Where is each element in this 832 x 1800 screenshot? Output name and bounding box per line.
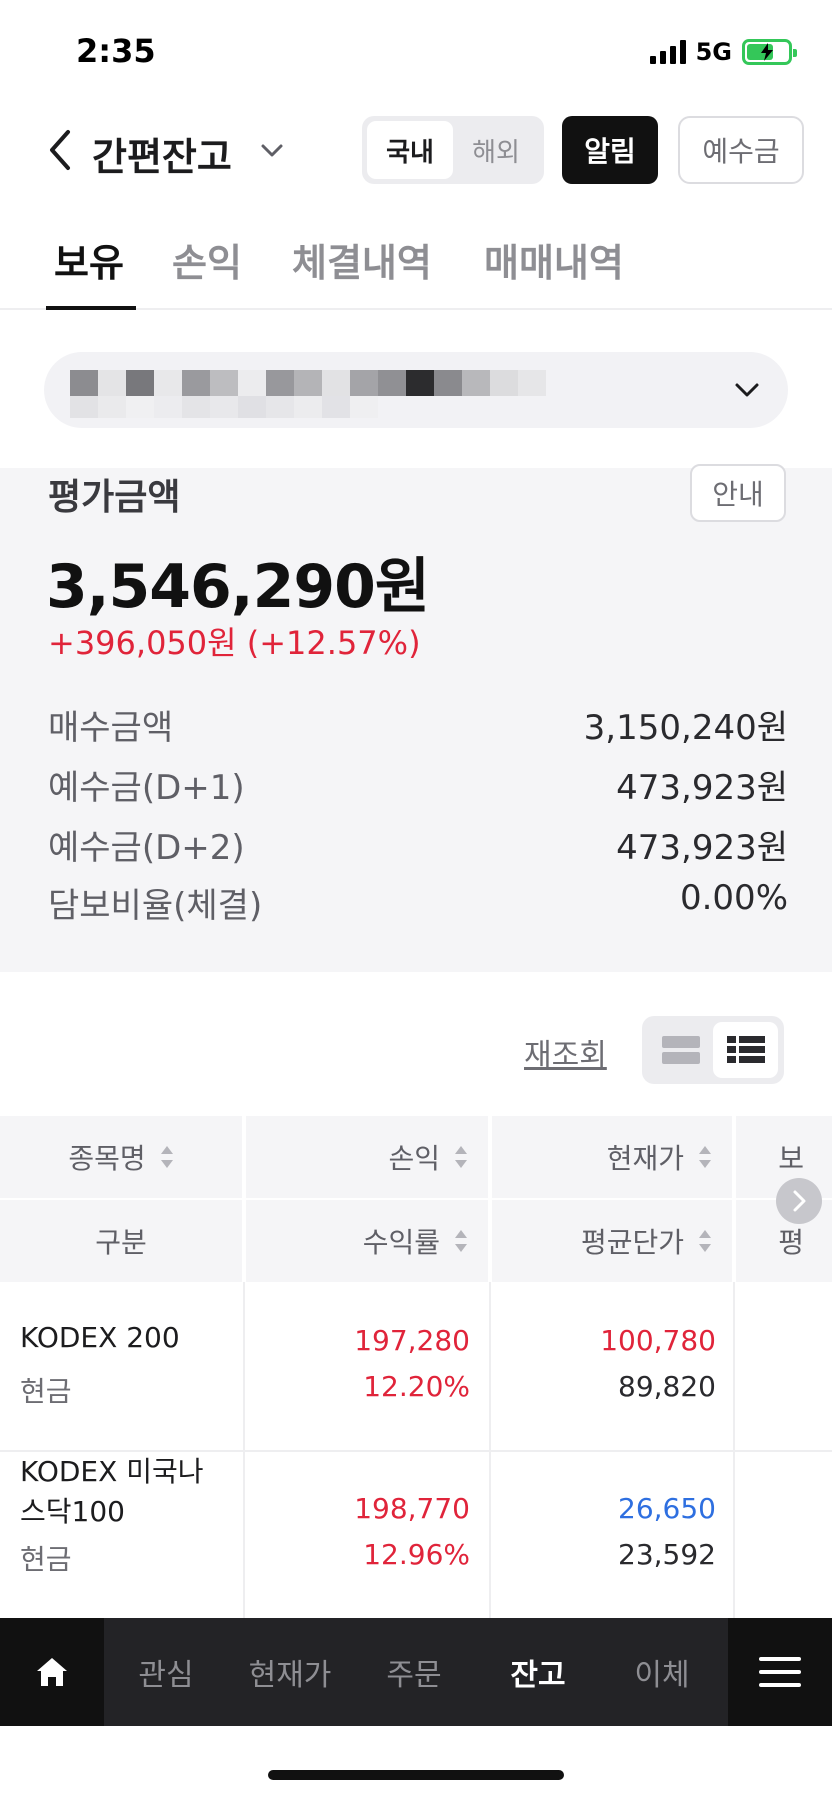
- nav-order[interactable]: 주문: [352, 1618, 476, 1726]
- nav-transfer[interactable]: 이체: [600, 1618, 724, 1726]
- header-label: 수익률: [362, 1226, 440, 1259]
- chevron-down-icon[interactable]: [258, 138, 286, 162]
- header-label: 평균단가: [580, 1226, 684, 1259]
- chevron-right-icon: [793, 1190, 806, 1212]
- alarm-button[interactable]: 알림: [562, 116, 658, 184]
- network-label: 5G: [695, 38, 732, 66]
- average-price: 89,820: [618, 1370, 716, 1403]
- menu-button[interactable]: [728, 1618, 832, 1726]
- summary-key: 매수금액: [48, 708, 174, 748]
- return-rate: 12.20%: [363, 1370, 470, 1403]
- home-button[interactable]: [0, 1618, 104, 1726]
- stock-type: 현금: [20, 1375, 72, 1408]
- page-title[interactable]: 간편잔고: [92, 126, 232, 181]
- header-price[interactable]: 현재가: [492, 1116, 732, 1198]
- header-label: 현재가: [606, 1142, 684, 1175]
- home-indicator[interactable]: [268, 1770, 564, 1780]
- header-type: 구분: [0, 1200, 242, 1282]
- sort-icon: [454, 1230, 468, 1252]
- account-selector[interactable]: [44, 352, 788, 428]
- holdings-table: 종목명 손익 현재가 보 구분 수익률 평균단가 평 KODEX 200 현금 …: [0, 1116, 832, 1618]
- back-button[interactable]: [44, 128, 78, 172]
- card-view-button[interactable]: [648, 1022, 713, 1078]
- return-rate: 12.96%: [363, 1538, 470, 1571]
- summary-value: 3,150,240원: [583, 708, 788, 748]
- summary-row-deposit-d1: 예수금(D+1) 473,923원: [48, 760, 788, 809]
- sort-icon: [698, 1230, 712, 1252]
- header-name[interactable]: 종목명: [0, 1116, 242, 1198]
- card-view-icon: [661, 1036, 700, 1064]
- active-tab-indicator: [46, 306, 136, 310]
- current-price: 100,780: [600, 1324, 716, 1357]
- nav-watchlist[interactable]: 관심: [104, 1618, 228, 1726]
- header-pl[interactable]: 손익: [246, 1116, 488, 1198]
- profit-loss-summary: +396,050원 (+12.57%): [48, 624, 421, 662]
- deposit-button[interactable]: 예수금: [678, 116, 804, 184]
- summary-row-collateral: 담보비율(체결) 0.00%: [48, 878, 788, 927]
- profit-loss: 198,770: [354, 1492, 470, 1525]
- tab-bar: 보유 손익 체결내역 매매내역: [0, 226, 832, 310]
- table-header: 종목명 손익 현재가 보 구분 수익률 평균단가 평: [0, 1116, 832, 1282]
- stock-name: KODEX 200: [20, 1321, 180, 1354]
- menu-icon: [759, 1657, 801, 1687]
- valuation-summary: 평가금액 안내 3,546,290원 +396,050원 (+12.57%) 매…: [0, 464, 832, 972]
- status-indicators: 5G: [649, 38, 797, 66]
- stock-type: 현금: [20, 1543, 72, 1576]
- chevron-left-icon: [50, 130, 70, 170]
- sort-icon: [454, 1146, 468, 1168]
- summary-row-deposit-d2: 예수금(D+2) 473,923원: [48, 820, 788, 869]
- profit-loss: 197,280: [354, 1324, 470, 1357]
- view-toggle: [642, 1016, 784, 1084]
- header-avg-price[interactable]: 평균단가: [492, 1200, 732, 1282]
- tab-trades[interactable]: 매매내역: [484, 232, 624, 287]
- bottom-nav: 관심 현재가 주문 잔고 이체: [0, 1618, 832, 1726]
- summary-key: 담보비율(체결): [48, 886, 263, 926]
- header-label: 구분: [95, 1226, 147, 1259]
- segment-domestic[interactable]: 국내: [367, 121, 453, 179]
- tab-executions[interactable]: 체결내역: [292, 232, 432, 287]
- summary-value: 473,923원: [616, 768, 788, 808]
- header-label: 손익: [388, 1142, 440, 1175]
- scroll-right-button[interactable]: [776, 1178, 822, 1224]
- battery-icon: [742, 39, 797, 65]
- summary-row-purchase: 매수금액 3,150,240원: [48, 700, 788, 749]
- summary-value: 0.00%: [679, 878, 788, 918]
- tab-profit-loss[interactable]: 손익: [172, 232, 242, 287]
- list-view-button[interactable]: [713, 1022, 778, 1078]
- summary-key: 예수금(D+1): [48, 768, 245, 808]
- guide-button[interactable]: 안내: [690, 464, 786, 522]
- header-label: 평: [778, 1226, 804, 1259]
- header-label: 종목명: [68, 1142, 146, 1175]
- sort-icon: [698, 1146, 712, 1168]
- home-icon: [37, 1658, 67, 1686]
- summary-value: 473,923원: [616, 828, 788, 868]
- chevron-down-icon: [735, 383, 759, 397]
- segment-overseas[interactable]: 해외: [453, 121, 539, 179]
- market-segment: 국내 해외: [362, 116, 544, 184]
- status-time: 2:35: [76, 32, 156, 70]
- redacted-account-name: [70, 396, 378, 418]
- list-view-icon: [726, 1036, 765, 1063]
- header-label: 보: [778, 1142, 804, 1175]
- refresh-link[interactable]: 재조회: [524, 1030, 607, 1074]
- status-bar: 2:35 5G: [0, 0, 832, 100]
- current-price: 26,650: [618, 1492, 716, 1525]
- tab-holdings[interactable]: 보유: [54, 232, 124, 287]
- redacted-account-number: [70, 370, 546, 396]
- stock-name-line1: KODEX 미국나: [20, 1455, 204, 1488]
- nav-current-price[interactable]: 현재가: [228, 1618, 352, 1726]
- average-price: 23,592: [618, 1538, 716, 1571]
- sort-icon: [160, 1146, 174, 1168]
- summary-key: 예수금(D+2): [48, 828, 245, 868]
- valuation-label: 평가금액: [48, 477, 181, 518]
- total-valuation: 3,546,290원: [46, 552, 430, 622]
- header-rate[interactable]: 수익률: [246, 1200, 488, 1282]
- stock-name-line2: 스닥100: [20, 1495, 125, 1528]
- nav-balance[interactable]: 잔고: [476, 1618, 600, 1726]
- header: 간편잔고 국내 해외 알림 예수금: [0, 110, 832, 190]
- signal-icon: [649, 40, 686, 64]
